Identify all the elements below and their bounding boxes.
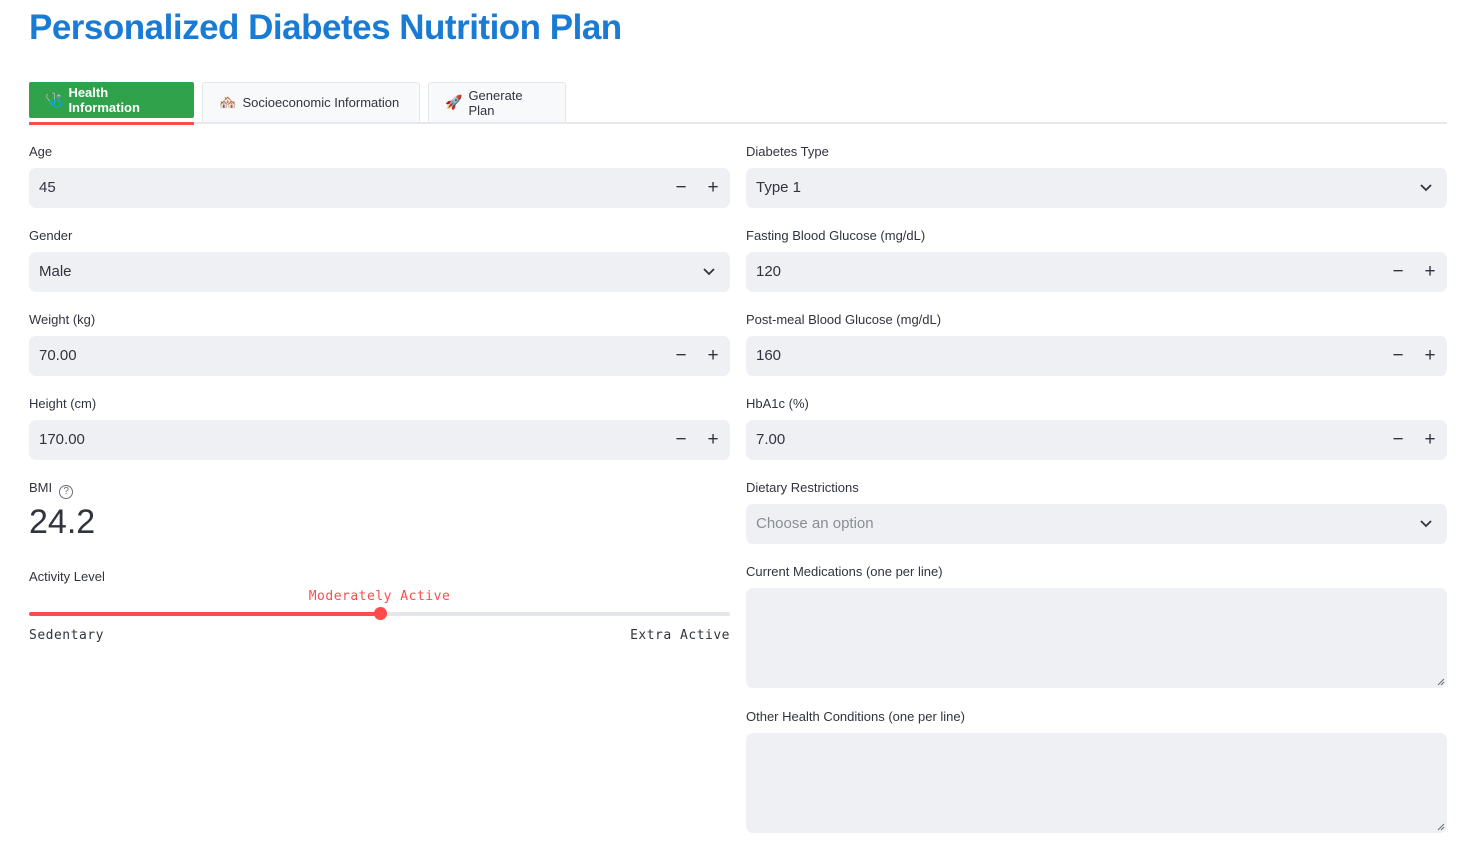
hba1c-increment-button[interactable]: + — [1414, 420, 1446, 460]
postmeal-glucose-decrement-button[interactable]: − — [1382, 336, 1414, 376]
resize-handle-icon[interactable] — [1437, 823, 1445, 831]
help-icon[interactable]: ? — [59, 485, 74, 499]
dietary-restrictions-multiselect[interactable]: Choose an option — [746, 504, 1447, 544]
slider-thumb[interactable] — [373, 607, 387, 620]
medications-label: Current Medications (one per line) — [746, 564, 943, 579]
diabetes-type-label: Diabetes Type — [746, 144, 829, 159]
gender-select[interactable]: Male — [29, 252, 730, 292]
slider-fill — [29, 612, 380, 616]
activity-max-label: Extra Active — [630, 628, 730, 643]
tab-bar: 🩺 Health Information 🏘️ Socioeconomic In… — [29, 82, 1447, 125]
postmeal-glucose-value: 160 — [756, 347, 782, 364]
gender-value: Male — [39, 263, 72, 280]
hba1c-decrement-button[interactable]: − — [1382, 420, 1414, 460]
page-title: Personalized Diabetes Nutrition Plan — [29, 8, 622, 47]
hba1c-label: HbA1c (%) — [746, 396, 809, 411]
active-tab-indicator — [29, 122, 194, 125]
houses-icon: 🏘️ — [219, 94, 237, 110]
bmi-label: BMI? — [29, 480, 74, 499]
weight-input[interactable]: 70.00 − + — [29, 336, 730, 376]
height-value: 170.00 — [39, 431, 85, 448]
weight-decrement-button[interactable]: − — [665, 336, 697, 376]
health-conditions-label: Other Health Conditions (one per line) — [746, 709, 965, 724]
fasting-glucose-decrement-button[interactable]: − — [1382, 252, 1414, 292]
bmi-label-text: BMI — [29, 480, 53, 495]
stethoscope-icon: 🩺 — [45, 91, 63, 108]
height-input[interactable]: 170.00 − + — [29, 420, 730, 460]
chevron-down-icon — [1420, 520, 1432, 528]
dietary-restrictions-placeholder: Choose an option — [756, 515, 874, 532]
postmeal-glucose-increment-button[interactable]: + — [1414, 336, 1446, 376]
tab-label: Socioeconomic Information — [242, 95, 400, 110]
fasting-glucose-increment-button[interactable]: + — [1414, 252, 1446, 292]
diabetes-type-value: Type 1 — [756, 179, 802, 196]
height-label: Height (cm) — [29, 396, 97, 411]
tab-health-information[interactable]: 🩺 Health Information — [29, 82, 194, 118]
gender-label: Gender — [29, 228, 73, 243]
activity-level-slider[interactable] — [29, 607, 730, 620]
weight-increment-button[interactable]: + — [697, 336, 729, 376]
postmeal-glucose-label: Post-meal Blood Glucose (mg/dL) — [746, 312, 942, 327]
rocket-icon: 🚀 — [445, 94, 463, 110]
postmeal-glucose-input[interactable]: 160 − + — [746, 336, 1447, 376]
bmi-value: 24.2 — [29, 503, 96, 541]
age-label: Age — [29, 144, 53, 159]
age-value: 45 — [39, 179, 56, 196]
activity-level-label: Activity Level — [29, 569, 105, 584]
activity-min-label: Sedentary — [29, 628, 104, 643]
height-decrement-button[interactable]: − — [665, 420, 697, 460]
tab-label: Health Information — [68, 85, 140, 115]
tab-socioeconomic-information[interactable]: 🏘️ Socioeconomic Information — [202, 82, 420, 122]
fasting-glucose-value: 120 — [756, 263, 782, 280]
height-increment-button[interactable]: + — [697, 420, 729, 460]
hba1c-value: 7.00 — [756, 431, 786, 448]
age-decrement-button[interactable]: − — [665, 168, 697, 208]
weight-label: Weight (kg) — [29, 312, 96, 327]
fasting-glucose-input[interactable]: 120 − + — [746, 252, 1447, 292]
dietary-restrictions-label: Dietary Restrictions — [746, 480, 859, 495]
tab-label: Generate Plan — [468, 87, 523, 118]
hba1c-input[interactable]: 7.00 − + — [746, 420, 1447, 460]
tab-generate-plan[interactable]: 🚀 Generate Plan — [428, 82, 566, 122]
activity-level-value: Moderately Active — [308, 589, 451, 604]
fasting-glucose-label: Fasting Blood Glucose (mg/dL) — [746, 228, 926, 243]
medications-textarea[interactable] — [746, 588, 1447, 688]
weight-value: 70.00 — [39, 347, 77, 364]
chevron-down-icon — [703, 268, 715, 276]
diabetes-type-select[interactable]: Type 1 — [746, 168, 1447, 208]
resize-handle-icon[interactable] — [1437, 678, 1445, 686]
health-conditions-textarea[interactable] — [746, 733, 1447, 833]
age-input[interactable]: 45 − + — [29, 168, 730, 208]
chevron-down-icon — [1420, 184, 1432, 192]
age-increment-button[interactable]: + — [697, 168, 729, 208]
